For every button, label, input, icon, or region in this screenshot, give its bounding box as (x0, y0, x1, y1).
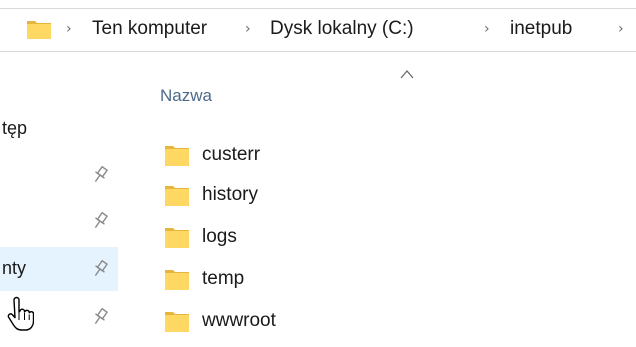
nav-item-label: nty (2, 258, 27, 278)
file-name: logs (202, 226, 237, 247)
folder-icon (26, 18, 52, 40)
folder-icon (164, 225, 190, 249)
nav-item-documents[interactable]: nty (0, 247, 118, 291)
pin-icon[interactable] (90, 259, 110, 279)
nav-item-pinned-1[interactable] (0, 153, 118, 197)
hand-cursor-icon (4, 296, 35, 336)
column-header-name[interactable]: Nazwa (160, 86, 212, 106)
chevron-right-icon[interactable]: › (66, 21, 72, 37)
file-name: temp (202, 268, 245, 289)
folder-icon (164, 309, 190, 333)
breadcrumb-inetpub[interactable]: inetpub (510, 18, 572, 40)
pin-icon[interactable] (90, 165, 110, 185)
nav-item-pinned-2[interactable] (0, 199, 118, 243)
folder-icon (164, 143, 190, 167)
chevron-right-icon[interactable]: › (245, 21, 251, 37)
breadcrumb-dysk-lokalny[interactable]: Dysk lokalny (C:) (270, 18, 414, 40)
file-row-wwwroot[interactable]: wwwroot (164, 305, 464, 345)
folder-icon (164, 267, 190, 291)
breadcrumb-ten-komputer[interactable]: Ten komputer (92, 18, 207, 40)
file-name: history (202, 184, 258, 205)
sort-ascending-icon[interactable] (398, 67, 416, 79)
file-explorer-window: › Ten komputer › Dysk lokalny (C:) › ine… (0, 0, 636, 347)
nav-item-quick-access[interactable]: tęp (0, 107, 118, 151)
folder-icon (164, 183, 190, 207)
file-row-custerr[interactable]: custerr (164, 139, 464, 179)
address-bar[interactable]: › Ten komputer › Dysk lokalny (C:) › ine… (0, 8, 636, 52)
chevron-right-icon[interactable]: › (618, 21, 624, 37)
nav-item-label: tęp (2, 118, 28, 138)
pin-icon[interactable] (90, 307, 110, 327)
file-list: Nazwa custerr history logs temp wwwroot (128, 53, 636, 347)
file-row-logs[interactable]: logs (164, 221, 464, 261)
file-row-temp[interactable]: temp (164, 263, 464, 303)
file-row-history[interactable]: history (164, 179, 464, 219)
file-name: custerr (202, 144, 261, 165)
file-name: wwwroot (202, 310, 276, 331)
chevron-right-icon[interactable]: › (484, 21, 490, 37)
pin-icon[interactable] (90, 211, 110, 231)
